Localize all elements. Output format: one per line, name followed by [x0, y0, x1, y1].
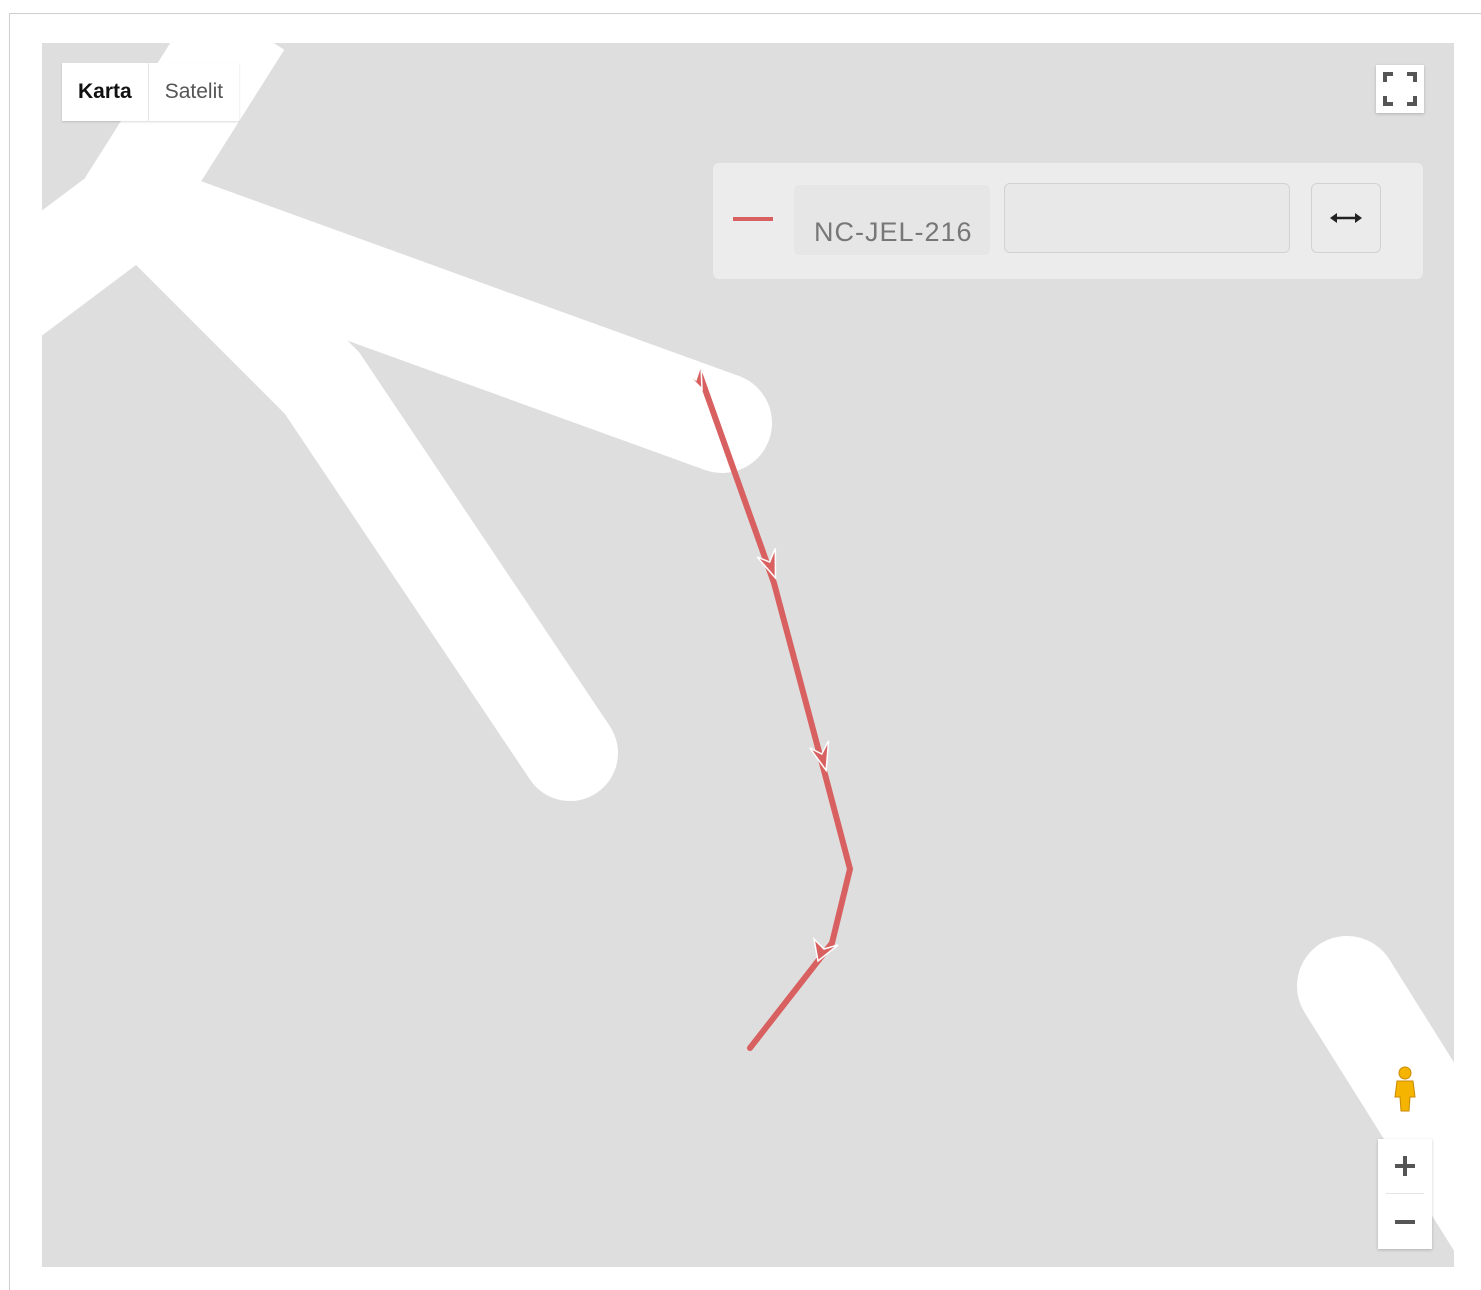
route-secondary-field[interactable] — [1004, 183, 1290, 253]
fullscreen-button[interactable] — [1376, 65, 1424, 113]
plus-icon — [1395, 1156, 1415, 1176]
route-line — [697, 372, 853, 1051]
zoom-divider — [1386, 1193, 1424, 1194]
fullscreen-icon — [1383, 72, 1417, 106]
route-name-field[interactable]: NC-JEL-216 — [794, 185, 990, 255]
route-legend-panel: NC-JEL-216 — [713, 163, 1423, 279]
map-type-karta-button[interactable]: Karta — [62, 63, 149, 121]
route-color-swatch — [733, 217, 773, 221]
zoom-out-button[interactable] — [1378, 1195, 1432, 1249]
zoom-control — [1378, 1139, 1432, 1249]
double-arrow-horizontal-icon — [1330, 213, 1362, 223]
map-type-satelit-button[interactable]: Satelit — [149, 63, 239, 121]
pegman-icon — [1394, 1066, 1416, 1112]
swap-direction-button[interactable] — [1311, 183, 1381, 253]
zoom-in-button[interactable] — [1378, 1139, 1432, 1193]
map-type-control: Karta Satelit — [62, 63, 240, 121]
minus-icon — [1395, 1220, 1415, 1224]
map-canvas[interactable]: Karta Satelit NC-JEL-216 — [42, 43, 1454, 1267]
street-view-pegman-button[interactable] — [1390, 1065, 1420, 1113]
